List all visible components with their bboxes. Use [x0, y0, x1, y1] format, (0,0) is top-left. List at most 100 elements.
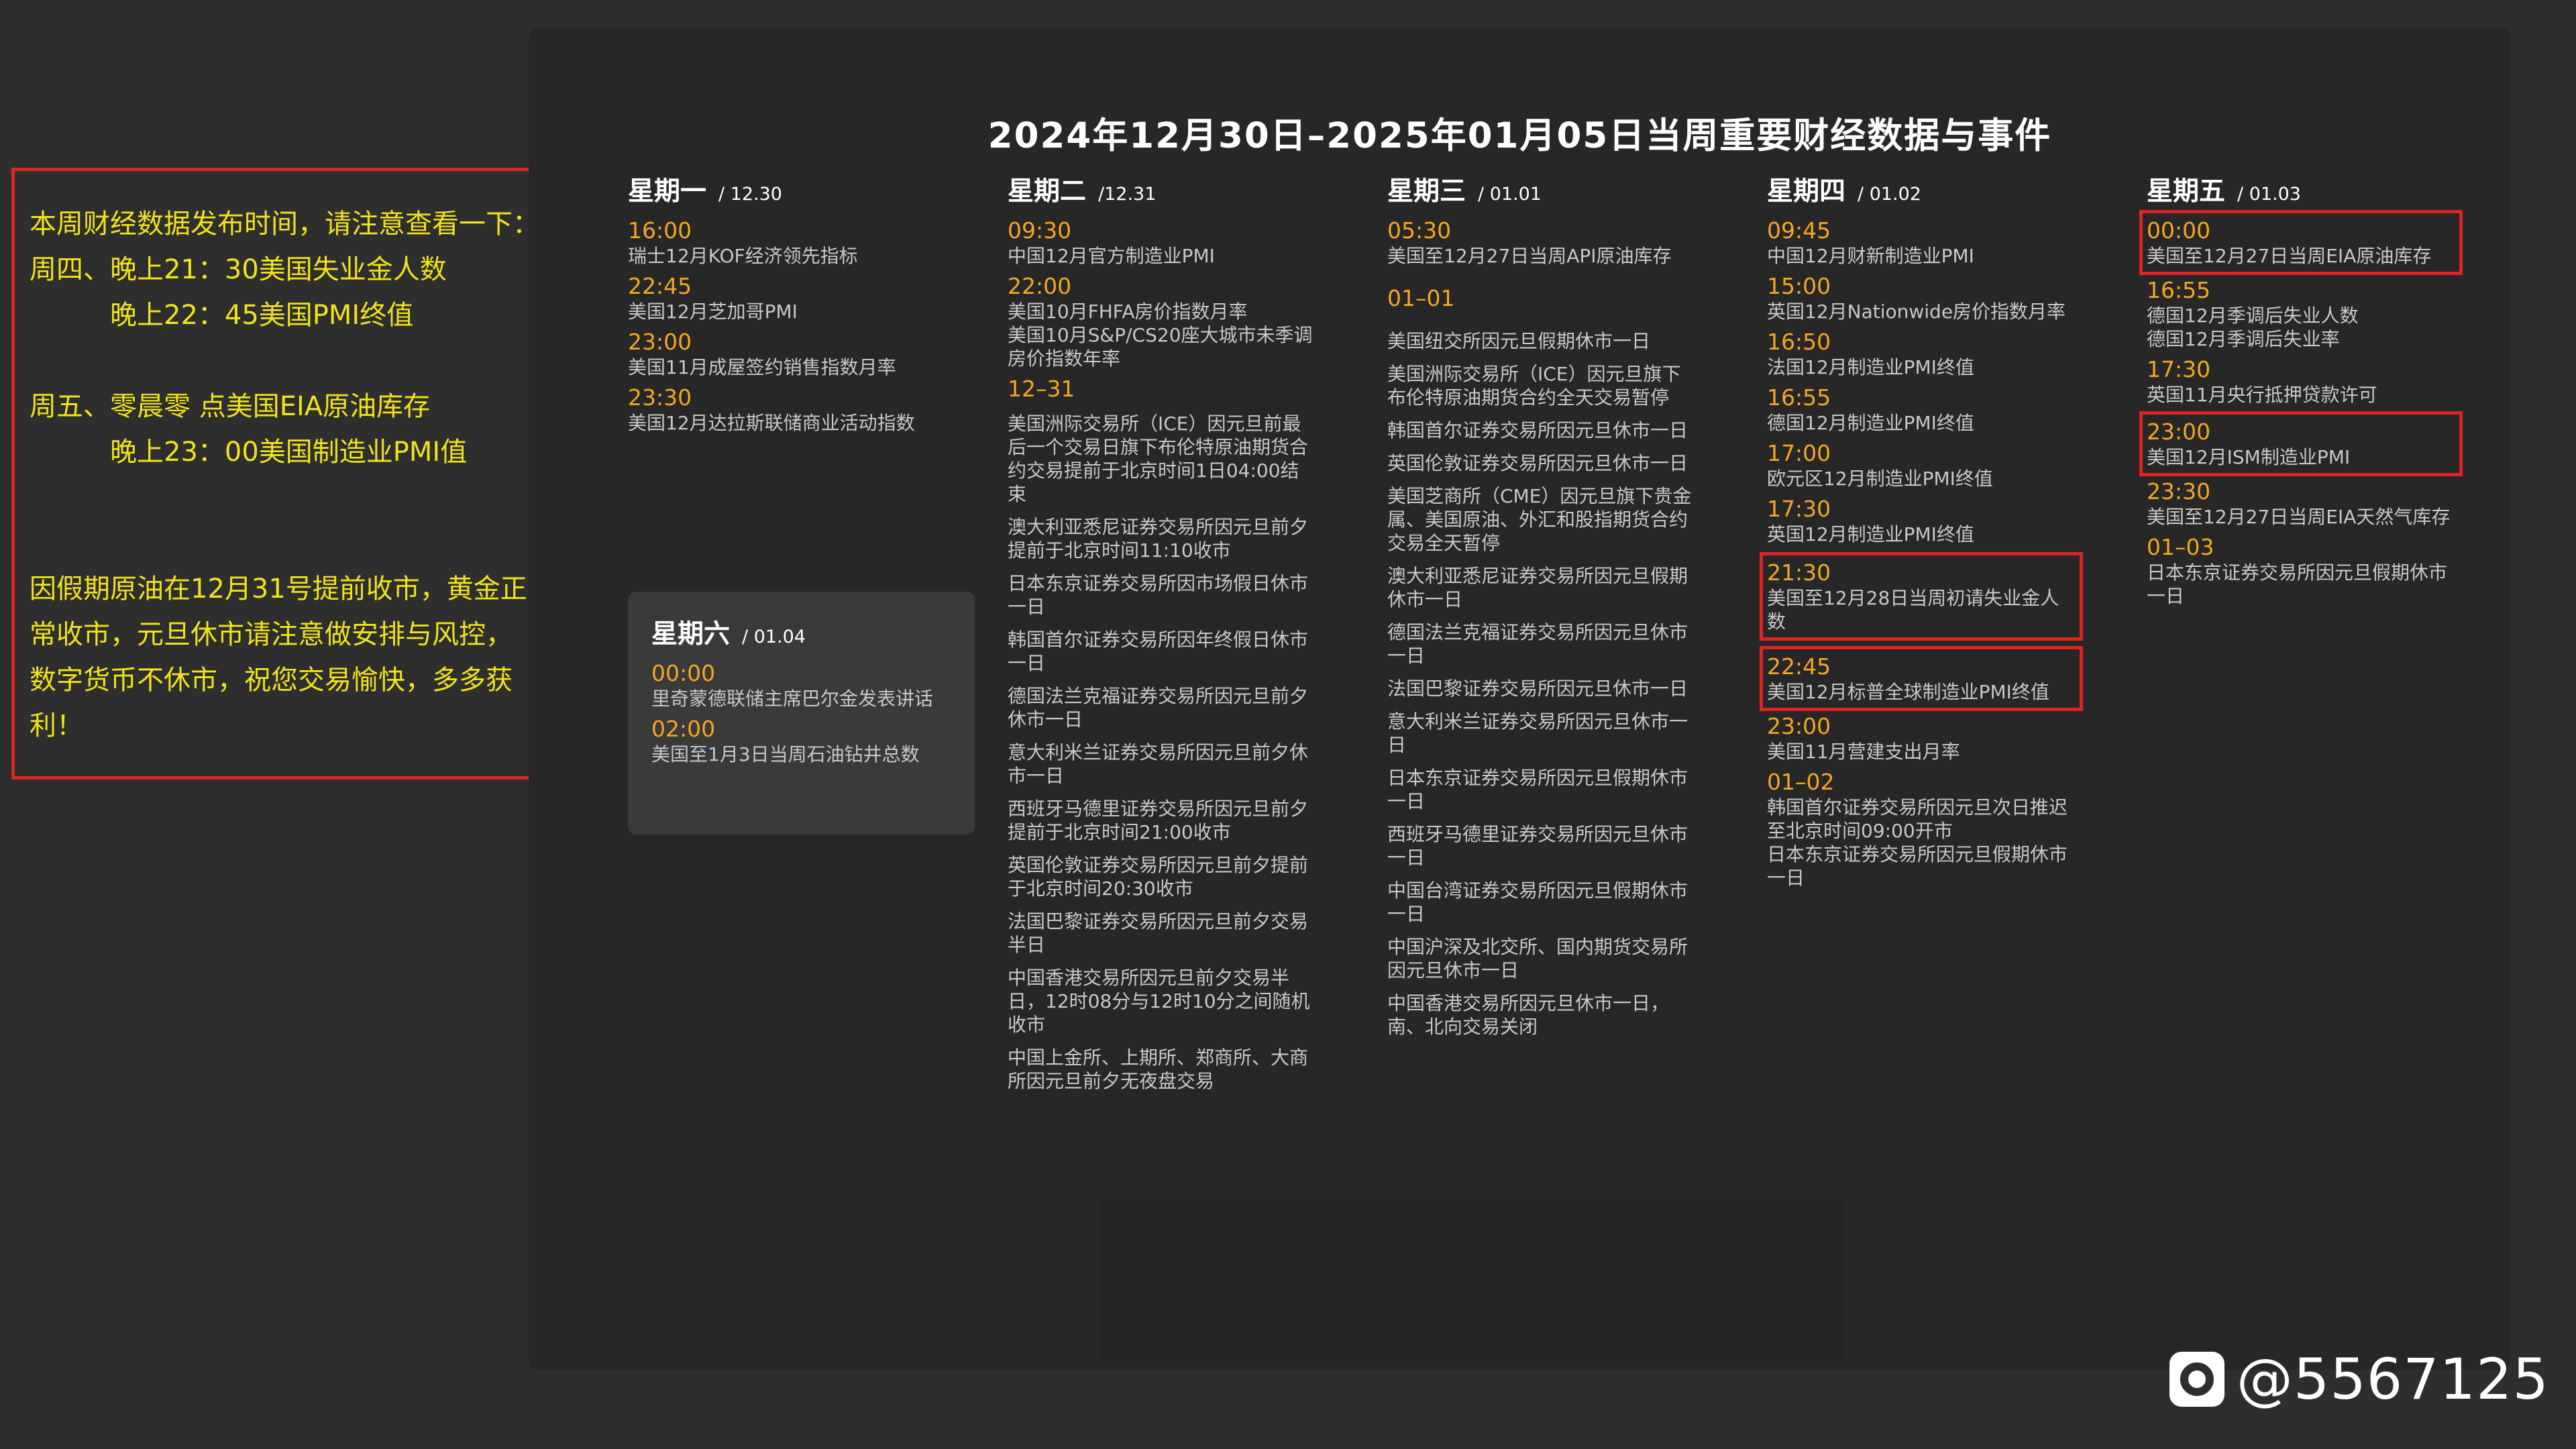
day-date: / 01.02	[1858, 184, 1921, 205]
event-time: 22:00	[1008, 273, 1072, 299]
event-item: 17:30 英国11月央行抵押贷款许可	[2147, 356, 2455, 407]
day-column-mon: 星期一/ 12.30 16:00 瑞士12月KOF经济领先指标 22:45 美国12…	[628, 172, 936, 435]
event-desc: 美国洲际交易所（ICE）因元旦前最后一个交易日旗下布伦特原油期货合约交易提前于北…	[1008, 413, 1309, 505]
event-time: 16:00	[628, 217, 692, 244]
event-desc: 中国台湾证券交易所因元旦假期休市一日	[1387, 879, 1688, 925]
note-paragraph: 因假期原油在12月31号提前收市，黄金正常收市，元旦休市请注意做安排与风控，数字…	[30, 574, 527, 741]
day-header: 星期三 / 01.01	[1387, 172, 1696, 212]
event-item: 01–03 日本东京证券交易所因元旦假期休市一日	[2147, 534, 2455, 608]
calendar-panel: 2024年12月30日–2025年01月05日当周重要财经数据与事件 星期一 / …	[529, 28, 2511, 1370]
event-desc: 美国10月FHFA房价指数月率 美国10月S&P/CS20座大城市未季调房价指数…	[1008, 301, 1313, 370]
platform-logo-icon	[2169, 1352, 2224, 1407]
event-item: 17:00 欧元区12月制造业PMI终值	[1767, 440, 2076, 490]
event-desc: 美国12月标普全球制造业PMI终值	[1767, 681, 2049, 703]
event-time: 00:00	[2147, 217, 2211, 244]
day-header: 星期五 / 01.03	[2147, 172, 2455, 212]
event-time: 22:45	[1767, 653, 1831, 680]
event-time: 01–02	[1767, 769, 1835, 795]
event-item: 15:00 英国12月Nationwide房价指数月率	[1767, 273, 2076, 323]
event-item: 16:55 德国12月制造业PMI终值	[1767, 384, 2076, 435]
event-desc: 美国至12月28日当周初请失业金人数	[1767, 587, 2059, 633]
note-line: 周五、零晨零 点美国EIA原油库存	[30, 391, 431, 422]
note-line: 晚上22：45美国PMI终值	[110, 300, 414, 331]
event-desc: 瑞士12月KOF经济领先指标	[628, 245, 858, 267]
event-time: 16:55	[1767, 384, 1831, 411]
event-desc: 韩国首尔证券交易所因年终假日休市一日	[1008, 629, 1309, 674]
event-desc: 美国12月芝加哥PMI	[628, 301, 798, 323]
event-item: 23:30 美国至12月27日当周EIA天然气库存	[2147, 478, 2455, 529]
event-time: 17:00	[1767, 440, 1831, 466]
note-line: 晚上23：00美国制造业PMI值	[110, 437, 468, 468]
day-header: 星期四 / 01.02	[1767, 172, 2076, 212]
note-line: 周四、晚上21：30美国失业金人数	[30, 254, 447, 285]
page-title: 2024年12月30日–2025年01月05日当周重要财经数据与事件	[987, 115, 2052, 156]
event-item-highlighted: 00:00 美国至12月27日当周EIA原油库存	[2139, 210, 2463, 275]
event-desc: 美国至12月27日当周API原油库存	[1387, 245, 1672, 267]
event-time: 23:00	[1767, 713, 1831, 739]
event-item: 02:00 美国至1月3日当周石油钻井总数	[651, 716, 951, 766]
event-item: 16:50 法国12月制造业PMI终值	[1767, 329, 2076, 379]
day-date: / 01.04	[742, 627, 806, 647]
event-time: 16:50	[1767, 329, 1831, 355]
event-item: 23:00 美国11月成屋签约销售指数月率	[628, 329, 936, 379]
event-item: 09:45 中国12月财新制造业PMI	[1767, 217, 2076, 268]
event-item: 12–31	[1008, 376, 1316, 402]
event-time: 23:00	[628, 329, 692, 355]
event-item: 23:30 美国12月达拉斯联储商业活动指数	[628, 384, 936, 435]
day-column-wed: 星期三 / 01.01 05:30 美国至12月27日当周API原油库存 01–01…	[1387, 172, 1696, 1038]
event-desc: 里奇蒙德联储主席巴尔金发表讲话	[651, 688, 934, 710]
event-desc: 中国上金所、上期所、郑商所、大商所因元旦前夕无夜盘交易	[1008, 1046, 1309, 1092]
day-column-fri: 星期五 / 01.03 00:00 美国至12月27日当周EIA原油库存 16:55…	[2139, 172, 2463, 608]
event-desc: 美国11月成屋签约销售指数月率	[628, 356, 896, 378]
event-desc: 意大利米兰证券交易所因元旦休市一日	[1387, 710, 1688, 756]
event-desc: 美国纽交所因元旦假期休市一日	[1387, 330, 1651, 352]
event-time: 17:30	[1767, 496, 1831, 522]
event-time: 23:00	[2147, 419, 2211, 445]
event-desc: 德国法兰克福证券交易所因元旦休市一日	[1387, 621, 1688, 667]
event-time: 17:30	[2147, 356, 2211, 382]
event-item-highlighted: 22:45 美国12月标普全球制造业PMI终值	[1760, 646, 2083, 711]
event-item: 01–02 韩国首尔证券交易所因元旦次日推迟至北京时间09:00开市 日本东京证券…	[1767, 769, 2076, 890]
event-time: 09:45	[1767, 217, 1831, 244]
event-time: 01–01	[1387, 285, 1455, 311]
day-date: /12.31	[1098, 184, 1157, 205]
event-desc: 德国12月季调后失业人数 德国12月季调后失业率	[2147, 305, 2359, 350]
event-item: 01–01	[1387, 285, 1696, 312]
event-desc: 韩国首尔证券交易所因元旦休市一日	[1387, 419, 1688, 441]
event-item: 17:30 英国12月制造业PMI终值	[1767, 496, 2076, 546]
day-date: / 12.30	[718, 184, 782, 205]
event-time: 23:30	[2147, 478, 2211, 504]
day-header: 星期二/12.31	[1008, 172, 1316, 212]
day-name: 星期三	[1387, 176, 1466, 207]
event-desc: 中国沪深及北交所、国内期货交易所因元旦休市一日	[1387, 936, 1688, 981]
event-desc: 意大利米兰证券交易所因元旦前夕休市一日	[1008, 741, 1309, 787]
event-time: 09:30	[1008, 217, 1072, 244]
watermark-handle: @5567125	[2236, 1346, 2549, 1412]
event-time: 01–03	[2147, 534, 2214, 560]
day-date: / 01.03	[2237, 184, 2301, 205]
event-time: 12–31	[1008, 376, 1075, 402]
day-name: 星期一	[628, 176, 707, 207]
event-item: 09:30 中国12月官方制造业PMI	[1008, 217, 1316, 268]
event-desc: 澳大利亚悉尼证券交易所因元旦前夕提前于北京时间11:10收市	[1008, 516, 1309, 561]
event-time: 02:00	[651, 716, 716, 742]
day-header: 星期六 / 01.04	[651, 614, 951, 655]
shaded-region	[1099, 1199, 1843, 1360]
event-desc: 美国洲际交易所（ICE）因元旦旗下布伦特原油期货合约全天交易暂停	[1387, 363, 1681, 409]
event-time: 05:30	[1387, 217, 1452, 244]
event-desc: 中国香港交易所因元旦休市一日，南、北向交易关闭	[1387, 992, 1670, 1038]
day-name: 星期六	[651, 619, 731, 649]
event-time: 16:55	[2147, 277, 2211, 303]
event-desc: 中国12月财新制造业PMI	[1767, 245, 1974, 267]
event-desc: 美国芝商所（CME）因元旦旗下贵金属、美国原油、外汇和股指期货合约交易全天暂停	[1387, 485, 1692, 554]
weekly-note-box: 本周财经数据发布时间，请注意查看一下： 周四、晚上21：30美国失业金人数 晚上…	[11, 168, 548, 780]
day-column-tue: 星期二/12.31 09:30 中国12月官方制造业PMI 22:00 美国10月F…	[1008, 172, 1316, 1093]
day-card-sat: 星期六 / 01.04 00:00 里奇蒙德联储主席巴尔金发表讲话 02:00 美国至…	[628, 592, 975, 835]
event-desc: 德国法兰克福证券交易所因元旦前夕休市一日	[1008, 685, 1309, 731]
event-desc: 美国至12月27日当周EIA原油库存	[2147, 245, 2432, 267]
event-desc: 韩国首尔证券交易所因元旦次日推迟至北京时间09:00开市 日本东京证券交易所因元…	[1767, 796, 2068, 889]
event-item: 16:00 瑞士12月KOF经济领先指标	[628, 217, 936, 268]
event-desc: 中国香港交易所因元旦前夕交易半日，12时08分与12时10分之间随机收市	[1008, 967, 1310, 1036]
event-desc: 欧元区12月制造业PMI终值	[1767, 468, 1993, 490]
event-desc: 日本东京证券交易所因市场假日休市一日	[1008, 572, 1309, 618]
